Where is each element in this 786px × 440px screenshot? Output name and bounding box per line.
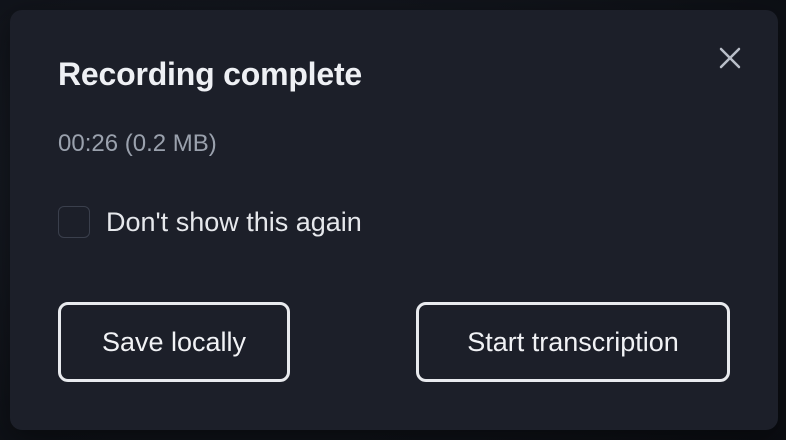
start-transcription-button[interactable]: Start transcription <box>416 302 730 382</box>
close-button[interactable] <box>712 40 748 76</box>
close-icon <box>719 47 741 69</box>
dont-show-again-row[interactable]: Don't show this again <box>58 204 362 240</box>
dont-show-again-checkbox[interactable] <box>58 206 90 238</box>
dont-show-again-label[interactable]: Don't show this again <box>106 207 362 238</box>
dialog-title: Recording complete <box>58 56 363 92</box>
recording-meta: 00:26 (0.2 MB) <box>58 130 217 157</box>
recording-complete-dialog: Recording complete 00:26 (0.2 MB) Don't … <box>10 10 778 430</box>
save-locally-button[interactable]: Save locally <box>58 302 290 382</box>
